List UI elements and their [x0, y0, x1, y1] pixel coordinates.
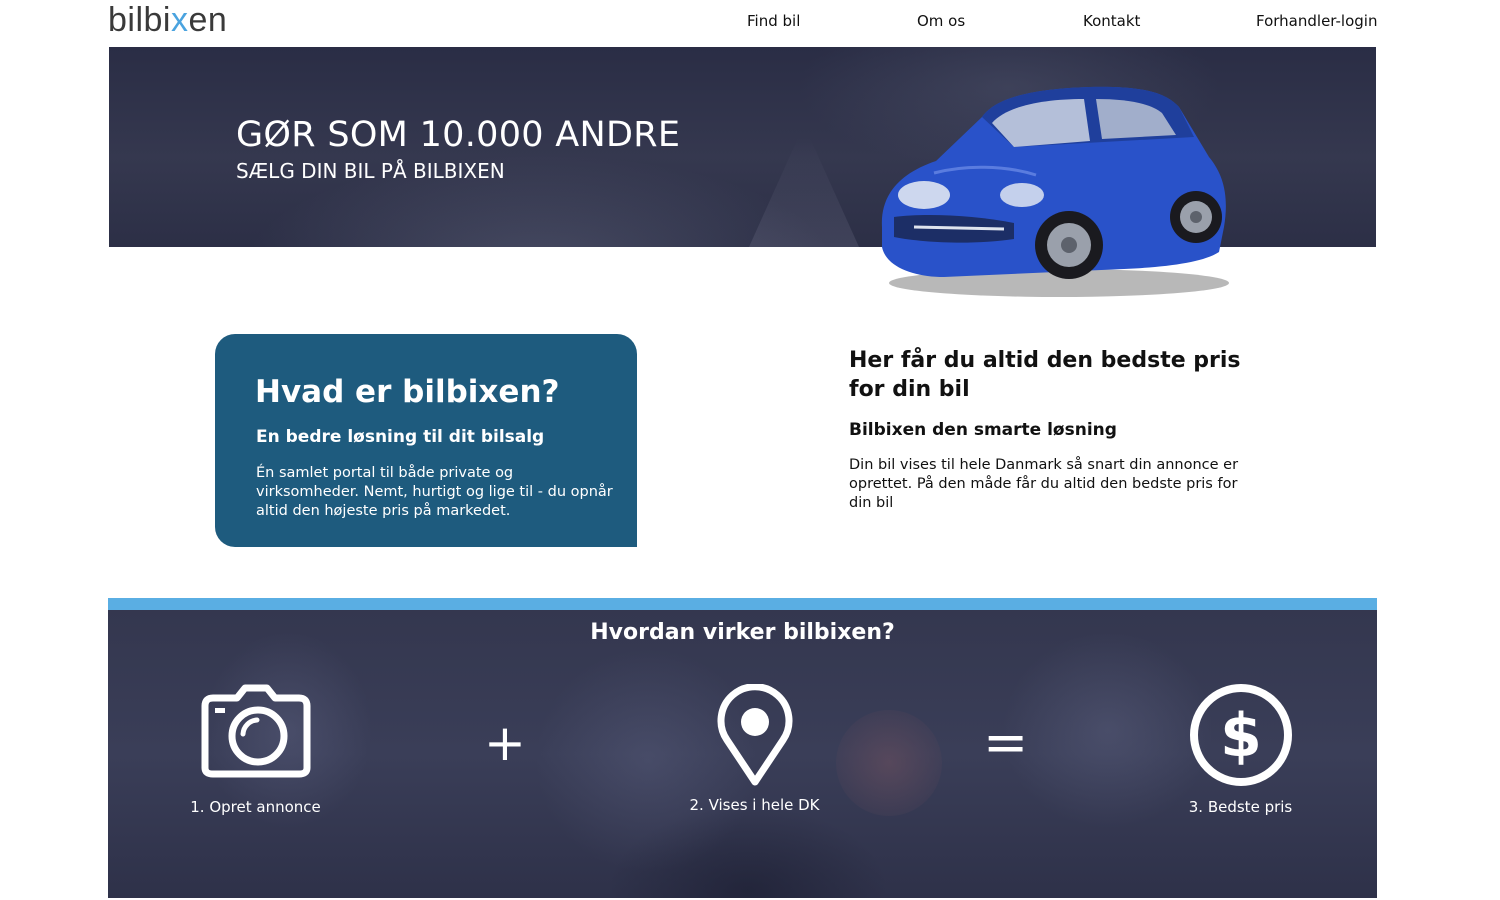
- how-accent-bar: [108, 598, 1377, 610]
- how-section: Hvordan virker bilbixen? 1. Opret annonc…: [108, 610, 1377, 898]
- map-pin-icon: [717, 684, 792, 786]
- hero-banner: GØR SOM 10.000 ANDRE SÆLG DIN BIL PÅ BIL…: [109, 47, 1376, 297]
- car-image: [881, 86, 1229, 297]
- svg-text:$: $: [1220, 701, 1262, 771]
- price-block: Her får du altid den bedste pris for din…: [849, 346, 1279, 513]
- nav-om-os[interactable]: Om os: [917, 12, 965, 30]
- step-opret-annonce: 1. Opret annonce: [188, 684, 323, 816]
- about-heading: Hvad er bilbixen?: [255, 374, 560, 410]
- about-card: Hvad er bilbixen? En bedre løsning til d…: [215, 334, 637, 547]
- hero-title: GØR SOM 10.000 ANDRE: [236, 115, 681, 155]
- step-2-label: 2. Vises i hele DK: [689, 796, 820, 814]
- price-heading: Her får du altid den bedste pris for din…: [849, 348, 1241, 402]
- nav-forhandler-login[interactable]: Forhandler-login: [1256, 12, 1377, 30]
- hero-road: [749, 137, 859, 247]
- main-nav: Find bil Om os Kontakt Forhandler-login: [0, 0, 1500, 44]
- price-subheading: Bilbixen den smarte løsning: [849, 420, 1117, 440]
- step-vises-i-hele-dk: 2. Vises i hele DK: [682, 684, 827, 814]
- equals-sign: =: [983, 711, 1029, 774]
- step-1-label: 1. Opret annonce: [190, 798, 321, 816]
- nav-kontakt[interactable]: Kontakt: [1083, 12, 1140, 30]
- nav-find-bil[interactable]: Find bil: [747, 12, 800, 30]
- step-3-label: 3. Bedste pris: [1188, 798, 1293, 816]
- background-blur: [836, 710, 942, 816]
- about-text: Én samlet portal til både private og vir…: [256, 465, 613, 519]
- price-text: Din bil vises til hele Danmark så snart …: [849, 457, 1239, 511]
- plus-sign: +: [484, 714, 526, 772]
- hero-subtitle: SÆLG DIN BIL PÅ BILBIXEN: [236, 159, 505, 183]
- step-bedste-pris: $ 3. Bedste pris: [1178, 682, 1303, 816]
- camera-icon: [201, 684, 310, 778]
- how-heading: Hvordan virker bilbixen?: [590, 620, 895, 645]
- dollar-icon: $: [1189, 684, 1292, 786]
- about-subheading: En bedre løsning til dit bilsalg: [256, 427, 545, 447]
